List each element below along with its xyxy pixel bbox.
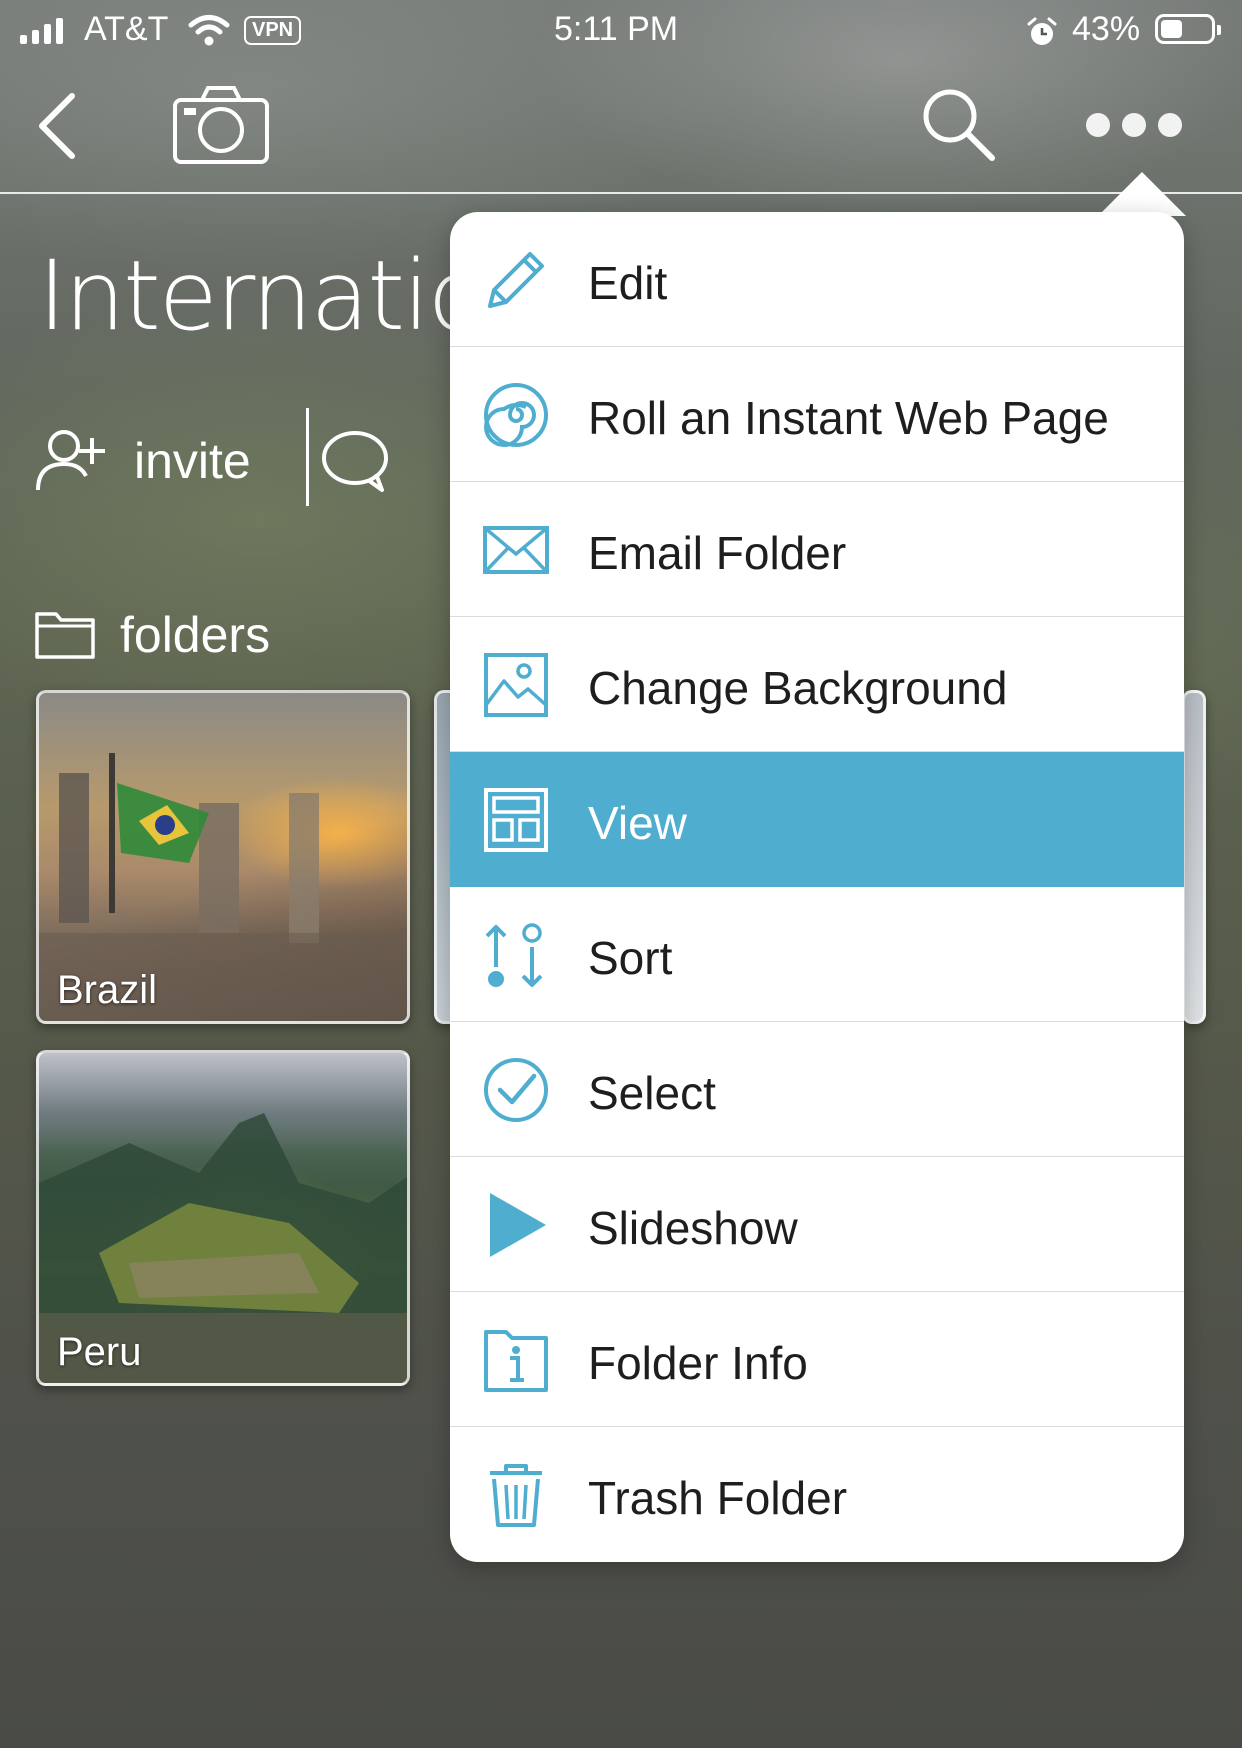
battery-percent: 43% bbox=[1072, 10, 1141, 48]
folders-section-header: folders bbox=[34, 600, 354, 664]
folder-tile-partial[interactable] bbox=[1182, 690, 1206, 1024]
spiral-icon bbox=[484, 383, 548, 447]
menu-item-email-folder[interactable]: Email Folder bbox=[450, 482, 1184, 617]
sort-icon bbox=[485, 923, 543, 987]
back-chevron-icon[interactable] bbox=[34, 92, 78, 160]
layout-icon bbox=[484, 788, 548, 852]
menu-item-label: Trash Folder bbox=[588, 1472, 848, 1524]
menu-item-label: Folder Info bbox=[588, 1337, 808, 1389]
search-icon[interactable] bbox=[920, 86, 996, 162]
invite-button[interactable]: invite bbox=[134, 432, 251, 490]
menu-item-label: Change Background bbox=[588, 662, 1008, 714]
folder-name: Brazil bbox=[57, 968, 158, 1012]
menu-item-label: Sort bbox=[588, 932, 673, 984]
menu-item-label: Roll an Instant Web Page bbox=[588, 392, 1109, 444]
menu-item-sort[interactable]: Sort bbox=[450, 887, 1184, 1022]
options-menu: Edit Roll an Instant Web Page Email Fold… bbox=[450, 212, 1184, 1562]
menu-item-slideshow[interactable]: Slideshow bbox=[450, 1157, 1184, 1292]
menu-item-change-background[interactable]: Change Background bbox=[450, 617, 1184, 752]
menu-item-label: Email Folder bbox=[588, 527, 847, 579]
info-folder-icon bbox=[484, 1330, 548, 1392]
invite-row: invite bbox=[34, 408, 454, 508]
menu-item-label: Slideshow bbox=[588, 1202, 798, 1254]
signal-strength-icon bbox=[20, 18, 63, 44]
carrier-label: AT&T bbox=[84, 10, 169, 48]
menu-item-roll-web-page[interactable]: Roll an Instant Web Page bbox=[450, 347, 1184, 482]
menu-item-edit[interactable]: Edit bbox=[450, 212, 1184, 347]
camera-icon[interactable] bbox=[172, 84, 270, 166]
wifi-icon bbox=[188, 15, 230, 46]
menu-item-label: View bbox=[588, 797, 687, 849]
comment-bubble-icon[interactable] bbox=[320, 428, 390, 494]
add-person-icon[interactable] bbox=[34, 426, 110, 494]
menu-item-folder-info[interactable]: Folder Info bbox=[450, 1292, 1184, 1427]
envelope-icon bbox=[483, 526, 549, 574]
alarm-icon bbox=[1027, 17, 1057, 45]
menu-item-label: Select bbox=[588, 1067, 716, 1119]
menu-item-trash-folder[interactable]: Trash Folder bbox=[450, 1427, 1184, 1562]
pencil-icon bbox=[488, 252, 544, 308]
image-icon bbox=[484, 653, 548, 717]
play-icon bbox=[490, 1193, 546, 1257]
menu-item-view[interactable]: View bbox=[450, 752, 1184, 887]
status-bar: AT&T VPN 5:11 PM 43% bbox=[0, 0, 1242, 62]
trash-icon bbox=[490, 1464, 542, 1527]
menu-pointer bbox=[1098, 172, 1186, 216]
navigation-bar bbox=[0, 62, 1242, 194]
folder-tile-brazil[interactable]: Brazil bbox=[36, 690, 410, 1024]
folder-name: Peru bbox=[57, 1330, 142, 1374]
more-options-icon[interactable] bbox=[1084, 110, 1184, 140]
menu-item-select[interactable]: Select bbox=[450, 1022, 1184, 1157]
menu-item-label: Edit bbox=[588, 257, 668, 309]
battery-icon bbox=[1155, 14, 1221, 44]
vpn-badge: VPN bbox=[244, 16, 302, 45]
checkmark-circle-icon bbox=[484, 1058, 548, 1122]
divider bbox=[306, 408, 309, 506]
folders-label: folders bbox=[120, 607, 271, 663]
clock: 5:11 PM bbox=[554, 10, 679, 48]
folder-tile-peru[interactable]: Peru bbox=[36, 1050, 410, 1386]
folder-icon bbox=[35, 612, 95, 659]
